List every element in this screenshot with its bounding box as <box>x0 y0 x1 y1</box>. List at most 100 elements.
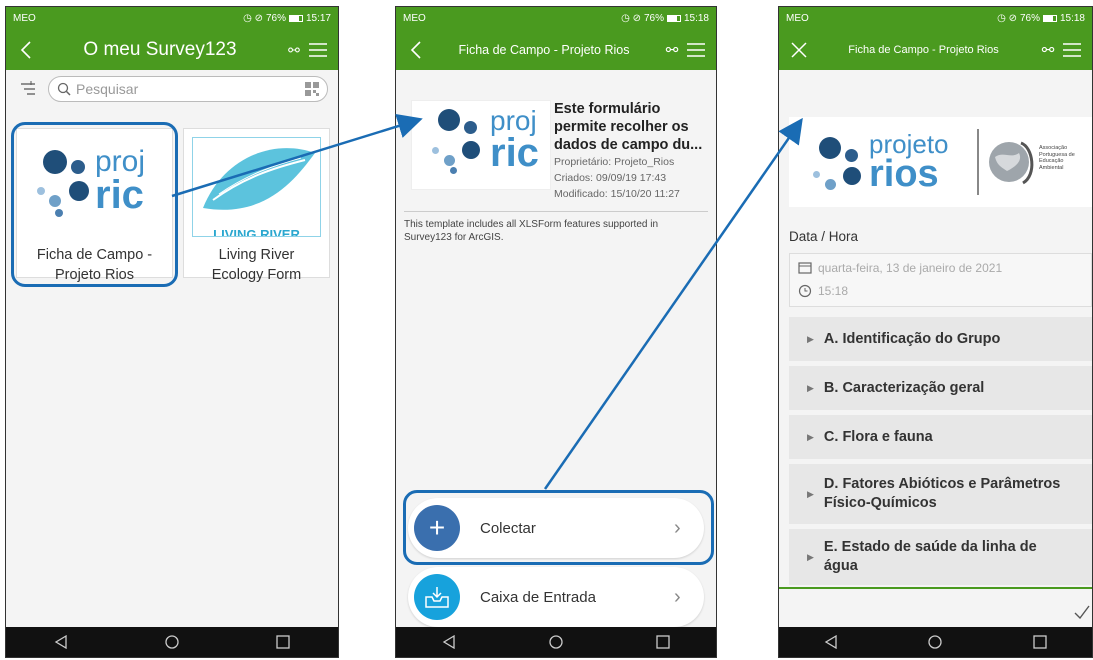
survey-card-living-river[interactable]: LIVING RIVER Living River Ecology Form <box>183 128 330 283</box>
form-created: Criados: 09/09/19 17:43 <box>554 172 667 184</box>
expand-arrow-icon: ▶ <box>807 333 814 344</box>
phone-screenshot-3: MEO ◷ ⊘ 76% 15:18 Ficha de Campo - Projeto… <box>778 6 1093 658</box>
date-row[interactable]: quarta-feira, 13 de janeiro de 2021 <box>798 261 1002 275</box>
clock: 15:17 <box>305 13 331 24</box>
inbox-label: Caixa de Entrada <box>480 588 596 606</box>
globe-icon <box>989 141 1034 185</box>
section-title: E. Estado de saúde da linha de água <box>824 538 1037 576</box>
page-title: Ficha de Campo - Projeto Rios <box>848 44 999 56</box>
carrier-label: MEO <box>13 13 36 24</box>
app-bar: O meu Survey123 ⚯ <box>6 30 338 70</box>
clock: 15:18 <box>1059 13 1085 24</box>
search-input[interactable]: Pesquisar <box>48 76 328 102</box>
screen: MEO ◷ ⊘ 76% 15:17 O meu Survey123 ⚯ Pesqui… <box>6 7 338 657</box>
screen: MEO ◷ ⊘ 76% 15:18 Ficha de Campo - Projeto… <box>396 7 716 657</box>
time-value: 15:18 <box>818 284 849 298</box>
back-icon[interactable] <box>404 38 428 62</box>
section-title: D. Fatores Abióticos e Parâmetros Físico-… <box>824 475 1060 513</box>
chevron-right-icon: › <box>674 585 681 608</box>
nav-home-icon[interactable] <box>549 635 563 649</box>
section-e[interactable]: ▶ E. Estado de saúde da linha de água <box>789 529 1092 585</box>
battery-icon <box>666 15 681 22</box>
carrier-label: MEO <box>403 13 426 24</box>
section-title-line: E. Estado de saúde da linha de <box>823 539 1037 555</box>
form-description: This template includes all XLSForm featu… <box>404 211 708 244</box>
section-a[interactable]: ▶ A. Identificação do Grupo <box>789 317 1092 361</box>
time-row[interactable]: 15:18 <box>798 284 848 298</box>
status-bar: MEO ◷ ⊘ 76% 15:18 <box>396 7 716 30</box>
org-line: Ambiental <box>1039 164 1064 171</box>
android-nav-bar <box>6 627 338 657</box>
satellite-icon[interactable]: ⚯ <box>1036 38 1060 62</box>
status-icons: ◷ ⊘ <box>997 13 1017 24</box>
status-bar: MEO ◷ ⊘ 76% 15:18 <box>779 7 1092 30</box>
survey-info: proj ric Este formulário permite recolhe… <box>404 100 708 210</box>
nav-back-icon[interactable] <box>54 635 68 649</box>
card-label-line2: Ecology Form <box>211 267 302 283</box>
nav-home-icon[interactable] <box>165 635 179 649</box>
form-title-line: Este formulário <box>554 101 661 117</box>
form-title-line: permite recolher os <box>554 119 689 135</box>
battery-level: 76% <box>265 13 286 24</box>
datetime-field[interactable]: quarta-feira, 13 de janeiro de 2021 15:1… <box>789 253 1092 307</box>
sort-icon[interactable] <box>16 77 40 101</box>
phone-screenshot-1: MEO ◷ ⊘ 76% 15:17 O meu Survey123 ⚯ Pesqui… <box>5 6 339 658</box>
calendar-icon <box>798 262 812 274</box>
check-icon[interactable] <box>1074 605 1090 619</box>
battery-icon <box>1042 15 1057 22</box>
back-icon[interactable] <box>14 38 38 62</box>
satellite-icon[interactable]: ⚯ <box>660 38 684 62</box>
menu-icon[interactable] <box>684 38 708 62</box>
nav-back-icon[interactable] <box>824 635 838 649</box>
battery-level: 76% <box>643 13 664 24</box>
progress-line <box>779 587 1092 589</box>
carrier-label: MEO <box>786 13 809 24</box>
section-c[interactable]: ▶ C. Flora e fauna <box>789 415 1092 459</box>
inbox-button[interactable]: Caixa de Entrada › <box>408 567 704 627</box>
living-river-logo: LIVING RIVER <box>192 137 321 237</box>
menu-icon[interactable] <box>306 38 330 62</box>
aspea-logo: Associação Portuguesa de Educação Ambien… <box>977 129 1077 195</box>
org-name: Associação Portuguesa de Educação Ambien… <box>1039 145 1075 171</box>
qr-code-icon[interactable] <box>305 82 319 96</box>
nav-home-icon[interactable] <box>928 635 943 649</box>
form-title-line: dados de campo du... <box>554 137 703 153</box>
highlight-box <box>403 490 714 565</box>
android-nav-bar <box>779 627 1092 657</box>
section-title: C. Flora e fauna <box>823 428 933 445</box>
status-icons: ◷ ⊘ <box>243 13 263 24</box>
battery-icon <box>288 15 303 22</box>
form-header-logo: projeto rios Associação Portuguesa de Ed… <box>789 117 1092 207</box>
nav-recents-icon[interactable] <box>655 635 670 649</box>
highlight-box <box>11 122 178 287</box>
search-icon <box>57 82 71 96</box>
search-row: Pesquisar <box>6 70 338 108</box>
card-label: Living River Ecology Form <box>184 245 329 285</box>
nav-recents-icon[interactable] <box>275 635 290 649</box>
clock: 15:18 <box>683 13 709 24</box>
logo-text-2: ric <box>490 131 539 175</box>
battery-level: 76% <box>1019 13 1040 24</box>
section-d[interactable]: ▶ D. Fatores Abióticos e Parâmetros Físic… <box>789 464 1092 524</box>
section-title-line: Físico-Químicos <box>823 495 937 511</box>
expand-arrow-icon: ▶ <box>807 551 814 562</box>
expand-arrow-icon: ▶ <box>807 431 814 442</box>
close-icon[interactable] <box>787 38 811 62</box>
nav-recents-icon[interactable] <box>1033 635 1047 649</box>
expand-arrow-icon: ▶ <box>807 488 814 499</box>
logo-text: LIVING RIVER <box>213 227 300 236</box>
menu-icon[interactable] <box>1060 38 1084 62</box>
form-modified: Modificado: 15/10/20 11:27 <box>554 188 680 200</box>
section-title-line: D. Fatores Abióticos e Parâmetros <box>823 476 1061 492</box>
app-bar: Ficha de Campo - Projeto Rios ⚯ <box>396 30 716 70</box>
page-title: O meu Survey123 <box>83 39 237 60</box>
phone-screenshot-2: MEO ◷ ⊘ 76% 15:18 Ficha de Campo - Projeto… <box>395 6 717 658</box>
nav-back-icon[interactable] <box>442 635 456 649</box>
date-value: quarta-feira, 13 de janeiro de 2021 <box>818 261 1003 275</box>
section-b[interactable]: ▶ B. Caracterização geral <box>789 366 1092 410</box>
satellite-icon[interactable]: ⚯ <box>282 38 306 62</box>
app-bar: Ficha de Campo - Projeto Rios ⚯ <box>779 30 1092 70</box>
page-title: Ficha de Campo - Projeto Rios <box>458 43 630 57</box>
projeto-rios-logo: proj ric <box>411 100 551 190</box>
search-placeholder: Pesquisar <box>76 81 139 97</box>
